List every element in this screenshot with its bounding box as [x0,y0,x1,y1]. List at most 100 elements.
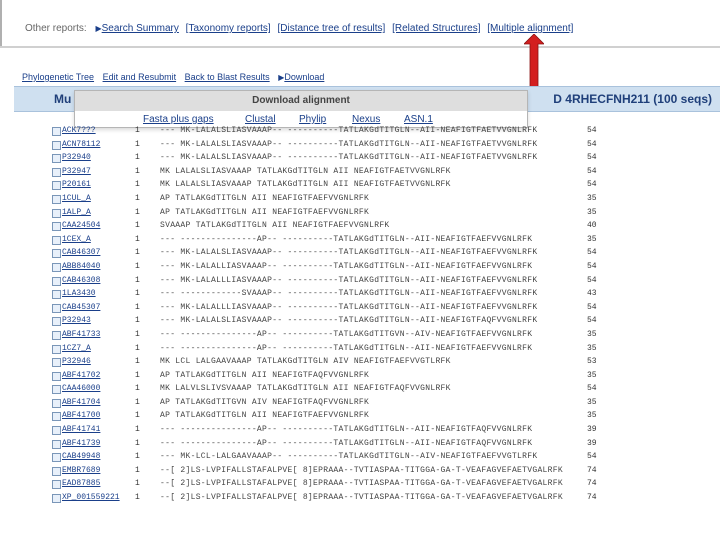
end-position: 35 [587,207,597,217]
accession-link[interactable]: ABF41739 [62,437,100,451]
row-checkbox[interactable] [52,276,61,286]
row-checkbox[interactable] [52,303,61,313]
row-checkbox[interactable] [52,140,61,150]
sequence-text: --- MK-LALALLLIASVAAAP-- ----------TATLA… [160,302,538,312]
related-structures-link[interactable]: [Related Structures] [392,23,480,34]
accession-link[interactable]: ABF41700 [62,409,100,423]
sequence-text: AP TATLAKGdTITGVN AIV NEAFIGTFAQFVVGNLRF… [160,397,370,407]
accession-link[interactable]: CAA46000 [62,382,100,396]
row-checkbox[interactable] [52,358,61,368]
accession-link[interactable]: ABF41704 [62,396,100,410]
row-checkbox[interactable] [52,222,61,232]
accession-link[interactable]: EAD87885 [62,477,100,491]
accession-link[interactable]: ABB84040 [62,260,100,274]
row-checkbox[interactable] [52,330,61,340]
download-link[interactable]: Download [284,72,324,82]
accession-link[interactable]: CAB46308 [62,274,100,288]
sequence-text: --- MK-LCL-LALGAAVAAAP-- ----------TATLA… [160,452,538,462]
start-position: 1 [135,452,140,462]
row-checkbox[interactable] [52,439,61,449]
row-checkbox[interactable] [52,194,61,204]
end-position: 74 [587,493,597,503]
row-checkbox[interactable] [52,208,61,218]
accession-link[interactable]: ACK7??? [62,124,96,138]
row-checkbox[interactable] [52,480,61,490]
edit-resubmit-link[interactable]: Edit and Resubmit [103,72,177,82]
alignment-row: ABF41739 1 --- ---------------AP-- ------… [50,437,720,451]
row-checkbox[interactable] [52,371,61,381]
nav-links: Phylogenetic Tree Edit and Resubmit Back… [22,72,330,82]
distance-tree-link[interactable]: [Distance tree of results] [278,23,386,34]
taxonomy-reports-link[interactable]: [Taxonomy reports] [186,23,271,34]
accession-link[interactable]: P32940 [62,151,91,165]
row-checkbox[interactable] [52,453,61,463]
sequence-text: --- MK-LALALSLIASVAAAP-- ----------TATLA… [160,248,538,258]
popup-title: Download alignment [75,91,527,111]
end-position: 35 [587,329,597,339]
row-checkbox[interactable] [52,249,61,259]
accession-link[interactable]: ABF41702 [62,369,100,383]
start-position: 1 [135,479,140,489]
row-checkbox[interactable] [52,385,61,395]
multiple-alignment-link[interactable]: [Multiple alignment] [487,23,573,34]
start-position: 1 [135,397,140,407]
accession-link[interactable]: ABF41741 [62,423,100,437]
sequence-text: --- MK-LALALSLIASVAAAP-- ----------TATLA… [160,126,538,135]
accession-link[interactable]: P32947 [62,165,91,179]
row-checkbox[interactable] [52,127,61,136]
accession-link[interactable]: XP_001559221 [62,491,120,505]
accession-link[interactable]: ACN78112 [62,138,100,152]
search-summary-link[interactable]: Search Summary [102,23,179,34]
sequence-text: --- ---------------AP-- ----------TATLAK… [160,425,533,435]
end-position: 54 [587,384,597,394]
start-position: 1 [135,493,140,503]
row-checkbox[interactable] [52,235,61,245]
alignment-table: ACK7??? 1 --- MK-LALALSLIASVAAAP-- ------… [50,124,720,505]
sequence-text: --[ 2]LS-LVPIFALLSTAFALPVE[ 8]EPRAAA--TV… [160,493,563,503]
accession-link[interactable]: EMBR7689 [62,464,100,478]
accession-link[interactable]: P32943 [62,314,91,328]
start-position: 1 [135,126,140,135]
sequence-text: --- ---------------AP-- ----------TATLAK… [160,329,533,339]
alignment-row: EMBR7689 1 --[ 2]LS-LVPIFALLSTAFALPVE[ 8]… [50,464,720,478]
accession-link[interactable]: 1LA3430 [62,287,96,301]
row-checkbox[interactable] [52,181,61,191]
sequence-text: MK LALVLSLIVSVAAAP TATLAKGdTITGLN AII NE… [160,384,451,394]
row-checkbox[interactable] [52,317,61,327]
start-position: 1 [135,289,140,299]
accession-link[interactable]: 1CUL_A [62,192,91,206]
accession-link[interactable]: P32946 [62,355,91,369]
accession-link[interactable]: CAB45307 [62,301,100,315]
accession-link[interactable]: CAB49948 [62,450,100,464]
accession-link[interactable]: 1CEX_A [62,233,91,247]
phylogenetic-tree-link[interactable]: Phylogenetic Tree [22,72,94,82]
end-position: 54 [587,302,597,312]
start-position: 1 [135,384,140,394]
download-alignment-popup: Download alignment Fasta plus gaps Clust… [74,90,528,128]
title-left: Mu [54,92,72,106]
accession-link[interactable]: CAA24504 [62,219,100,233]
alignment-row: 1CZ7_A 1 --- ---------------AP-- --------… [50,342,720,356]
row-checkbox[interactable] [52,412,61,422]
row-checkbox[interactable] [52,494,61,504]
accession-link[interactable]: ABF41733 [62,328,100,342]
accession-link[interactable]: CAB46307 [62,246,100,260]
accession-link[interactable]: 1CZ7_A [62,342,91,356]
row-checkbox[interactable] [52,262,61,272]
row-checkbox[interactable] [52,167,61,177]
start-position: 1 [135,411,140,421]
row-checkbox[interactable] [52,426,61,436]
end-position: 54 [587,248,597,258]
accession-link[interactable]: 1ALP_A [62,206,91,220]
row-checkbox[interactable] [52,154,61,164]
back-to-blast-link[interactable]: Back to Blast Results [185,72,270,82]
other-reports-bar: Other reports: ▶Search Summary [Taxonomy… [0,0,720,48]
row-checkbox[interactable] [52,290,61,300]
sequence-text: AP TATLAKGdTITGLN AII NEAFIGTFAEFVVGNLRF… [160,411,370,421]
row-checkbox[interactable] [52,344,61,354]
alignment-row: XP_001559221 1 --[ 2]LS-LVPIFALLSTAFALPVE… [50,491,720,505]
row-checkbox[interactable] [52,398,61,408]
sequence-text: SVAAAP TATLAKGdTITGLN AII NEAFIGTFAEFVVG… [160,221,390,231]
row-checkbox[interactable] [52,466,61,476]
accession-link[interactable]: P20161 [62,178,91,192]
